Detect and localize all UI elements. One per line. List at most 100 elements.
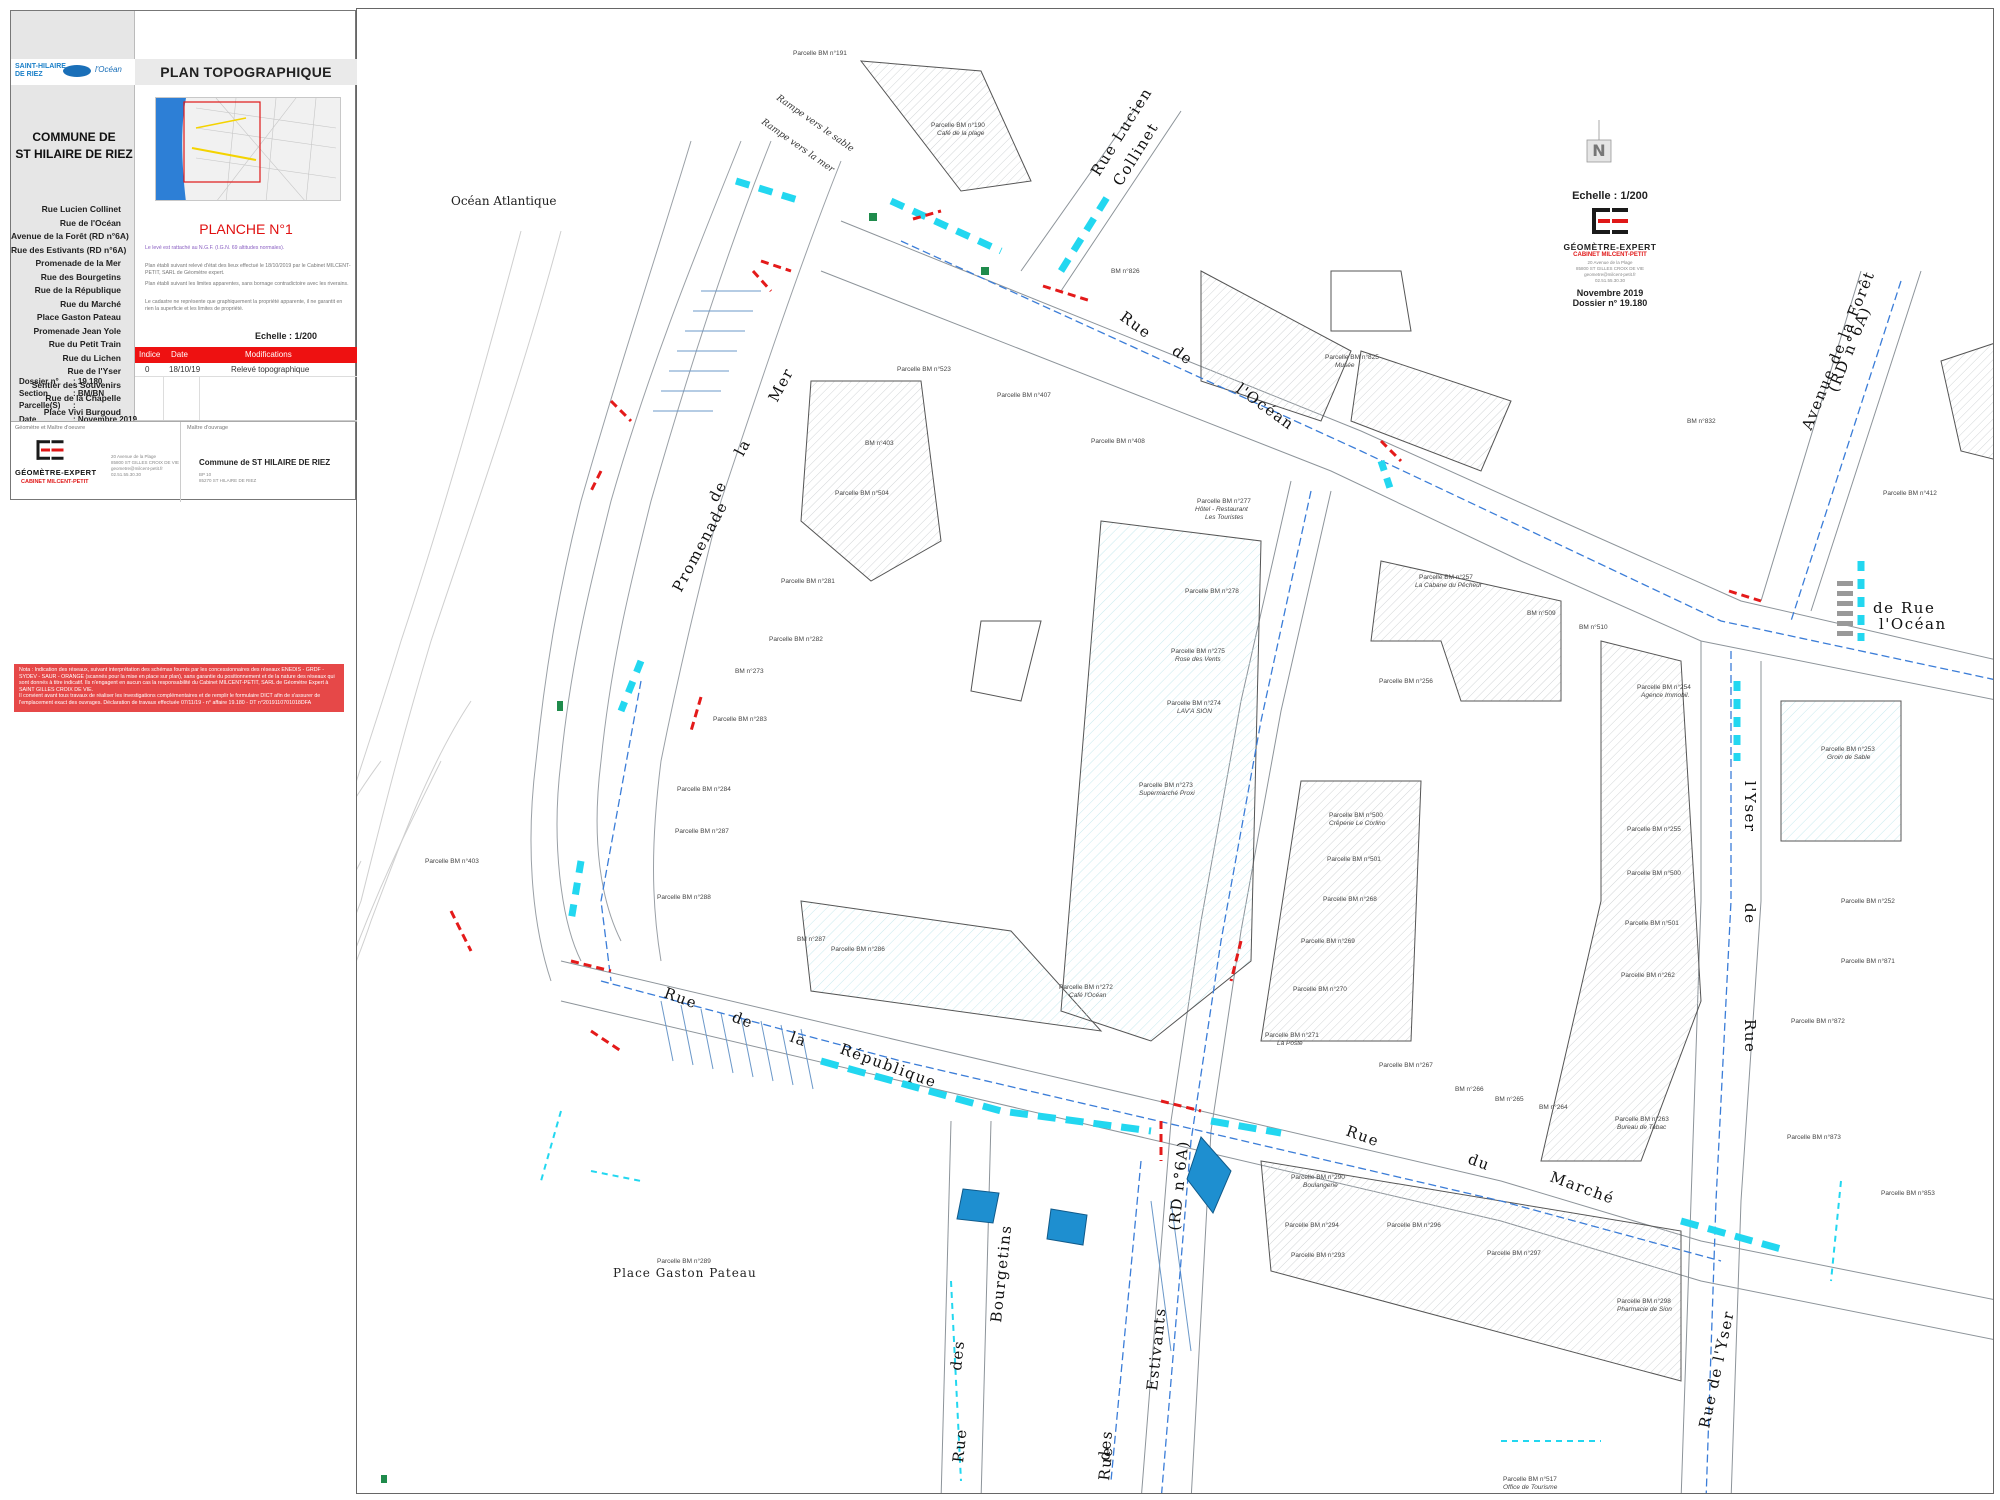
title-block-left: SAINT-HILAIRE DE RIEZ l'Océan COMMUNE DE … bbox=[11, 11, 137, 424]
title-block-scale: Echelle : 1/200 bbox=[255, 331, 318, 341]
parcel-label: Parcelle BM n°263 bbox=[1615, 1115, 1669, 1123]
street-list-item: Promenade de la Mer bbox=[35, 258, 121, 268]
parcel-label: BM n°265 bbox=[1495, 1095, 1524, 1103]
buildings bbox=[800, 60, 1993, 1382]
parcel-label: Musée bbox=[1335, 362, 1355, 369]
street-label: Rue bbox=[662, 984, 700, 1013]
street-label: Rue bbox=[1095, 1445, 1116, 1481]
place-gaston-label: Place Gaston Pateau bbox=[613, 1266, 757, 1280]
street-label: Rue bbox=[949, 1427, 970, 1463]
street-label: Mer bbox=[765, 365, 798, 405]
note-limites: Plan établi suivant les limites apparent… bbox=[145, 281, 349, 287]
parcel-label: Parcelle BM n°275 bbox=[1171, 647, 1225, 655]
parcel-label: Parcelle BM n°255 bbox=[1627, 825, 1681, 833]
parcel-label: Parcelle BM n°281 bbox=[781, 577, 835, 585]
parcel-label: Parcelle BM n°407 bbox=[997, 391, 1051, 399]
parcel-label: Parcelle BM n°282 bbox=[769, 635, 823, 643]
street-label: Rue de l'Yser bbox=[1695, 1309, 1738, 1430]
street-label: Estivants bbox=[1143, 1306, 1170, 1391]
parcel-label: BM n°403 bbox=[865, 439, 894, 447]
street-list-item: Place Gaston Pateau bbox=[36, 312, 121, 322]
parcel-label: Parcelle BM n°873 bbox=[1787, 1133, 1841, 1141]
parcel-label: Les Touristes bbox=[1205, 514, 1244, 521]
title-block: SAINT-HILAIRE DE RIEZ l'Océan COMMUNE DE … bbox=[10, 10, 357, 502]
meta-dossier: Dossier n°: 19.180 bbox=[19, 377, 103, 386]
ocean-label: Océan Atlantique bbox=[451, 194, 557, 208]
topographic-map[interactable]: Océan Atlantique Rampe vers le sable Ram… bbox=[356, 8, 1994, 1494]
note-cadastre: Le cadastre ne représente que graphiquem… bbox=[145, 299, 343, 312]
parcel-label: Parcelle BM n°296 bbox=[1387, 1221, 1441, 1229]
parcel-label: Parcelle BM n°501 bbox=[1327, 855, 1381, 863]
parcel-label: Parcelle BM n°270 bbox=[1293, 985, 1347, 993]
geometre-address: 20 Avenue de la Plage 85800 ST GILLES CRO… bbox=[111, 454, 179, 477]
parcel-label: Parcelle BM n°504 bbox=[835, 489, 889, 497]
parcel-label: BM n°273 bbox=[735, 667, 764, 675]
street-label: de bbox=[1741, 903, 1759, 924]
north-arrow-icon: N bbox=[1586, 120, 1612, 163]
location-mini-map bbox=[155, 97, 341, 201]
street-label: des bbox=[947, 1339, 968, 1371]
street-label: Rue bbox=[1741, 1019, 1759, 1053]
scale-block-address: 20 Avenue de la Plage 85800 ST GILLES CRO… bbox=[1576, 260, 1644, 283]
scale-block-ge-text: GÉOMÈTRE-EXPERT bbox=[1563, 242, 1657, 252]
modifications-grid bbox=[135, 377, 357, 421]
parcel-label: La Poste bbox=[1277, 1040, 1303, 1047]
parcel-label: Hôtel - Restaurant bbox=[1195, 506, 1249, 513]
street-label: Rue bbox=[1344, 1122, 1382, 1151]
note-releve: Plan établi suivant relevé d'état des li… bbox=[145, 263, 351, 276]
street-list: Rue Lucien Collinet Rue de l'Océan Avenue … bbox=[11, 203, 135, 419]
parcel-label: Parcelle BM n°500 bbox=[1329, 811, 1383, 819]
commune-name: COMMUNE DE ST HILAIRE DE RIEZ bbox=[15, 130, 133, 161]
parcel-label: Parcelle BM n°517 bbox=[1503, 1475, 1557, 1483]
parcel-label: BM n°264 bbox=[1539, 1103, 1568, 1111]
street-label: Rue bbox=[1117, 308, 1155, 343]
parcel-label: Agence Immobil. bbox=[1640, 692, 1690, 699]
geometre-expert-logo-icon bbox=[1592, 208, 1628, 234]
plan-title: PLAN TOPOGRAPHIQUE bbox=[135, 59, 357, 85]
parcel-label: Office de Tourisme bbox=[1503, 1484, 1558, 1491]
scale-block: Echelle : 1/200 GÉOMÈTRE-EXPERT CABINET … bbox=[1560, 190, 1660, 308]
parcel-label: Parcelle BM n°288 bbox=[657, 893, 711, 901]
wave-logo-icon bbox=[63, 65, 91, 77]
street-list-item: Promenade Jean Yole bbox=[33, 325, 121, 336]
parcel-label: Parcelle BM n°283 bbox=[713, 715, 767, 723]
parcel-label: Boulangerie bbox=[1303, 1182, 1338, 1189]
parcel-label: Parcelle BM n°872 bbox=[1791, 1017, 1845, 1025]
parcel-label: Parcelle BM n°286 bbox=[831, 945, 885, 953]
svg-text:N: N bbox=[1592, 141, 1605, 160]
parcel-label: Parcelle BM n°272 bbox=[1059, 983, 1113, 991]
parcel-label: BM n°287 bbox=[797, 935, 826, 943]
parcel-label: Parcelle BM n°252 bbox=[1841, 897, 1895, 905]
maitre-ouvrage-name: Commune de ST HILAIRE DE RIEZ bbox=[199, 458, 331, 467]
parcel-label: Parcelle BM n°271 bbox=[1265, 1031, 1319, 1039]
ramp-label-sand: Rampe vers le sable bbox=[773, 93, 855, 155]
street-list-item: Rue de la République bbox=[34, 285, 121, 295]
parcel-label: Parcelle BM n°262 bbox=[1621, 971, 1675, 979]
parcel-label: Groin de Sable bbox=[1827, 754, 1871, 761]
parcel-label: BM n°266 bbox=[1455, 1085, 1484, 1093]
map-frame[interactable]: Océan Atlantique Rampe vers le sable Ram… bbox=[356, 8, 1994, 1494]
parcel-label: Parcelle BM n°273 bbox=[1139, 781, 1193, 789]
parcel-label: Café de la plage bbox=[937, 130, 985, 137]
street-label: la bbox=[731, 436, 755, 459]
parcel-label: Bureau de Tabac bbox=[1617, 1124, 1667, 1131]
street-label: du bbox=[1466, 1150, 1493, 1175]
parcel-label: Parcelle BM n°284 bbox=[677, 785, 731, 793]
scale-label: Echelle : 1/200 bbox=[1572, 190, 1648, 202]
street-label: de bbox=[730, 1008, 756, 1032]
street-list-item: Rue des Estivants (RD n°6A) bbox=[11, 244, 127, 255]
parcel-label: Parcelle BM n°268 bbox=[1323, 895, 1377, 903]
parcel-label: Parcelle BM n°274 bbox=[1167, 699, 1221, 707]
parcel-label: Parcelle BM n°500 bbox=[1627, 869, 1681, 877]
street-label: Marché bbox=[1548, 1168, 1618, 1208]
street-list-item: Rue du Petit Train bbox=[48, 339, 121, 349]
parcel-label: Parcelle BM n°290 bbox=[1291, 1173, 1345, 1181]
parcel-label: Parcelle BM n°294 bbox=[1285, 1221, 1339, 1229]
parcel-label: Parcelle BM n°287 bbox=[675, 827, 729, 835]
parcel-label: Café l'Océan bbox=[1069, 992, 1107, 999]
road-edges bbox=[560, 100, 1993, 1493]
planche-number: PLANCHE N°1 bbox=[199, 221, 293, 237]
parcel-label: Parcelle BM n°523 bbox=[897, 365, 951, 373]
parcel-label: La Cabane du Pêcheur bbox=[1415, 582, 1483, 589]
parcel-label: Parcelle BM n°257 bbox=[1419, 573, 1473, 581]
